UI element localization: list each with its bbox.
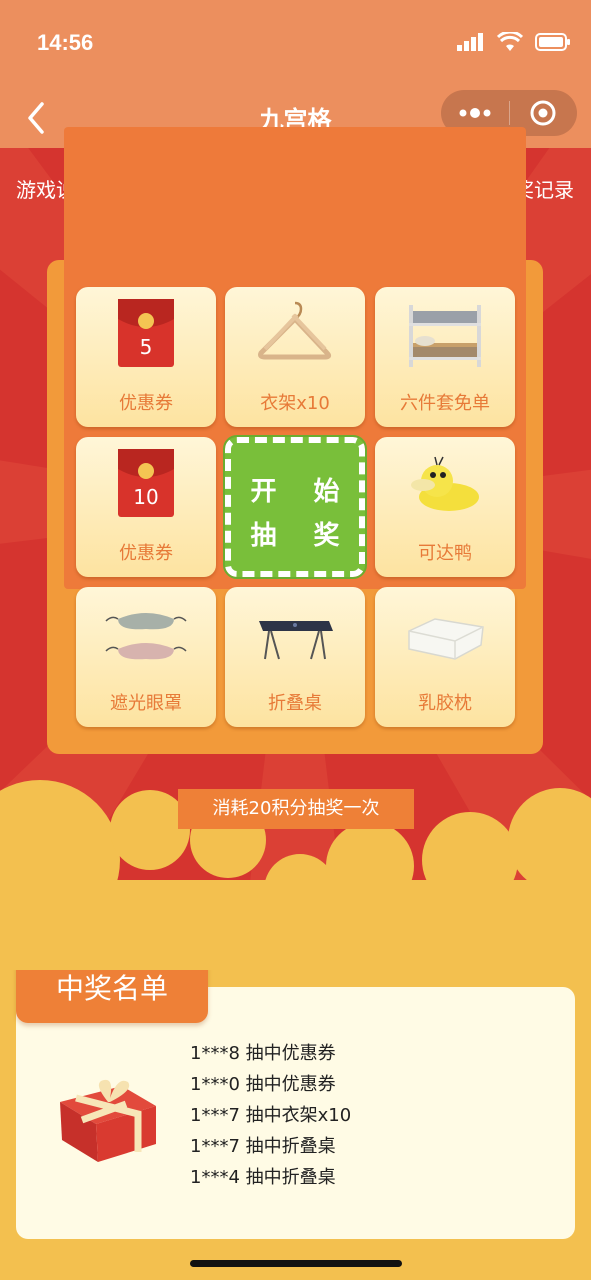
prize-cell-folding-table: 折叠桌 — [225, 587, 365, 727]
prize-cell-coupon-5: 5 优惠券 — [76, 287, 216, 427]
signal-icon — [457, 33, 483, 51]
prize-label: 折叠桌 — [268, 693, 322, 714]
red-envelope-icon: 5 — [118, 299, 174, 367]
prize-label: 优惠券 — [119, 393, 173, 414]
winner-list: 1***8 抽中优惠券 1***0 抽中优惠券 1***7 抽中衣架x10 1*… — [190, 1038, 351, 1193]
wifi-icon — [497, 32, 523, 51]
start-line-1: 开 始 — [250, 477, 354, 507]
prize-cell-latex-pillow: 乳胶枕 — [375, 587, 515, 727]
start-line-2: 抽 奖 — [250, 521, 354, 551]
prize-label: 可达鸭 — [418, 543, 472, 564]
more-dots-icon — [459, 108, 491, 118]
list-item: 1***7 抽中折叠桌 — [190, 1136, 336, 1157]
folding-table-icon — [259, 621, 333, 660]
bunk-bed-icon — [409, 305, 481, 367]
status-icons — [457, 32, 571, 52]
list-item: 1***0 抽中优惠券 — [190, 1074, 336, 1095]
hanger-icon — [258, 301, 332, 360]
prize-cell-hanger: 衣架x10 — [225, 287, 365, 427]
list-item: 1***7 抽中衣架x10 — [190, 1105, 352, 1126]
prize-label: 遮光眼罩 — [110, 693, 182, 714]
prize-label: 乳胶枕 — [418, 693, 472, 714]
duck-plush-icon — [411, 456, 479, 511]
latex-pillow-icon — [408, 618, 484, 660]
prize-cell-eye-mask: 遮光眼罩 — [76, 587, 216, 727]
list-item: 1***8 抽中优惠券 — [190, 1043, 336, 1064]
prize-cell-psyduck: 可达鸭 — [375, 437, 515, 577]
cost-notice: 消耗20积分抽奖一次 — [178, 789, 414, 829]
home-indicator — [190, 1260, 402, 1267]
gift-box-icon — [60, 1079, 156, 1162]
target-close-icon — [530, 100, 556, 126]
coupon-value-text: 10 — [133, 485, 158, 509]
prize-cell-bedding-set: 六件套免单 — [375, 287, 515, 427]
list-item: 1***4 抽中折叠桌 — [190, 1167, 336, 1188]
status-time: 14:56 — [37, 30, 94, 55]
red-envelope-icon: 10 — [118, 449, 174, 517]
prize-cell-coupon-10: 10 优惠券 — [76, 437, 216, 577]
battery-icon — [535, 33, 570, 51]
eye-mask-icon — [105, 613, 187, 660]
prize-label: 衣架x10 — [260, 393, 330, 414]
prize-label: 优惠券 — [119, 543, 173, 564]
status-bar: 14:56 — [0, 0, 591, 88]
coupon-value-text: 5 — [140, 335, 153, 359]
start-draw-button[interactable]: 开 始 抽 奖 — [223, 435, 367, 579]
prize-label: 六件套免单 — [400, 393, 490, 414]
